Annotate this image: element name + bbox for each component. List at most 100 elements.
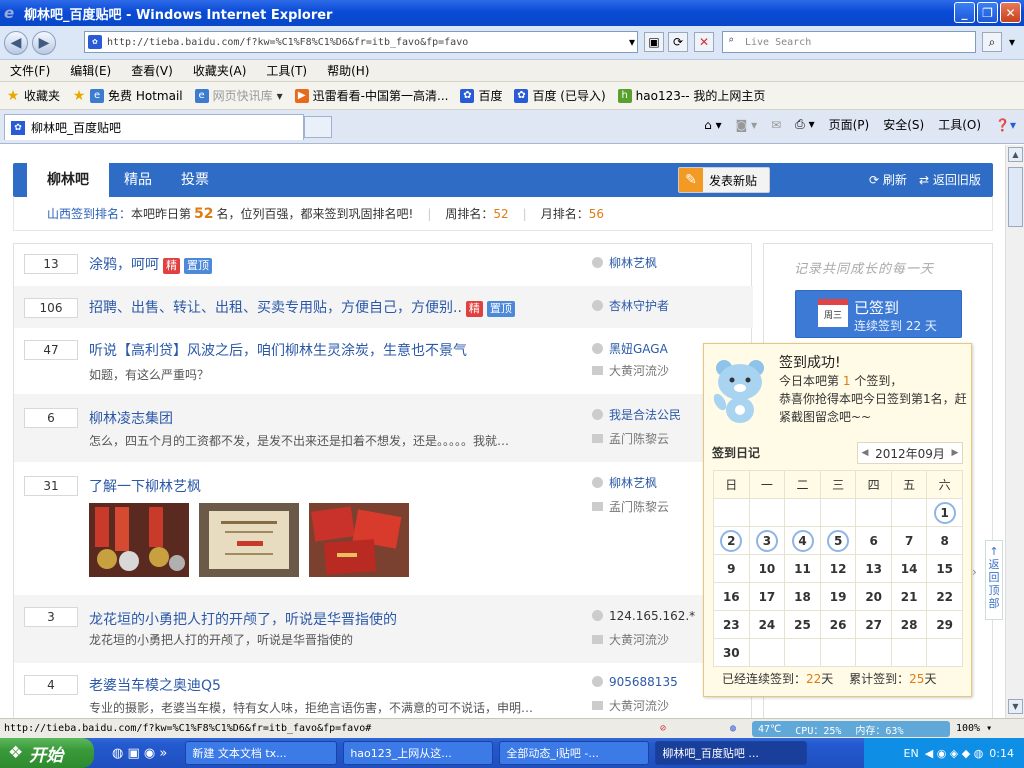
menu-edit[interactable]: 编辑(E) bbox=[60, 62, 121, 79]
menu-help[interactable]: 帮助(H) bbox=[317, 62, 379, 79]
internet-zone-icon[interactable]: ◍ bbox=[730, 723, 736, 734]
thread-title[interactable]: 龙花垣的小勇把人打的开颅了，听说是华晋指使的 bbox=[89, 609, 397, 629]
scroll-up-icon[interactable]: ▲ bbox=[1008, 147, 1023, 162]
calendar-day[interactable]: 10 bbox=[748, 554, 786, 583]
fav-item-baidu-imported[interactable]: ✿ 百度 (已导入) bbox=[514, 87, 606, 104]
url-dropdown-icon[interactable]: ▾ bbox=[622, 32, 642, 52]
taskbar-item-notepad[interactable]: 新建 文本文档 tx... bbox=[185, 741, 338, 765]
thread-author[interactable]: 黑妞GAGA bbox=[592, 340, 668, 357]
back-button[interactable]: ◀ bbox=[4, 30, 28, 55]
taskbar-item-hao123[interactable]: hao123_上网从这... bbox=[343, 741, 494, 765]
new-tab-button[interactable] bbox=[304, 116, 332, 138]
calendar-day[interactable]: 27 bbox=[855, 610, 892, 639]
thread-title[interactable]: 老婆当车模之奥迪Q5 bbox=[89, 675, 221, 695]
menu-tools[interactable]: 工具(T) bbox=[256, 62, 317, 79]
scroll-down-icon[interactable]: ▼ bbox=[1008, 699, 1023, 714]
thread-title[interactable]: 听说【高利贷】风波之后，咱们柳林生灵涂炭，生意也不景气 bbox=[89, 340, 467, 360]
signed-button[interactable]: 周三 已签到 连续签到 22 天 bbox=[795, 290, 962, 338]
last-reply-user[interactable]: 孟门陈黎云 bbox=[592, 498, 669, 515]
language-indicator[interactable]: EN bbox=[904, 747, 919, 760]
thread-author[interactable]: 905688135 bbox=[592, 675, 678, 689]
thread-author[interactable]: 124.165.162.* bbox=[592, 609, 695, 623]
scroll-thumb[interactable] bbox=[1008, 167, 1023, 227]
refresh-link[interactable]: ⟳ 刷新 bbox=[869, 163, 907, 197]
thread-author[interactable]: 杏林守护者 bbox=[592, 297, 669, 314]
last-reply-user[interactable]: 大黄河流沙 bbox=[592, 697, 669, 714]
thread-author[interactable]: 柳林艺枫 bbox=[592, 254, 657, 271]
calendar-day[interactable]: 2 bbox=[713, 526, 750, 555]
vertical-scrollbar[interactable]: ▲ ▼ bbox=[1005, 145, 1024, 718]
taskbar-item-itieba[interactable]: 全部动态_i贴吧 -... bbox=[499, 741, 650, 765]
calendar-day[interactable]: 26 bbox=[819, 610, 857, 639]
calendar-day[interactable]: 3 bbox=[748, 526, 786, 555]
safety-menu[interactable]: 安全(S) bbox=[883, 116, 924, 133]
search-go-button[interactable]: ⌕ bbox=[982, 32, 1002, 52]
calendar-day[interactable]: 24 bbox=[748, 610, 786, 639]
calendar-day[interactable]: 6 bbox=[855, 526, 892, 555]
tab-tieba[interactable]: ✿ 柳林吧_百度贴吧 bbox=[4, 114, 304, 140]
calendar-day[interactable]: 16 bbox=[713, 582, 750, 611]
calendar-day[interactable]: 14 bbox=[890, 554, 928, 583]
search-input[interactable]: ⌕ Live Search bbox=[722, 31, 976, 53]
chevron-right-icon[interactable]: › bbox=[972, 565, 977, 579]
calendar-day[interactable]: 15 bbox=[926, 554, 963, 583]
tray-icons[interactable]: ◀ ◉ ◈ ◆ ◍ bbox=[925, 747, 984, 760]
thread-title[interactable]: 涂鸦，呵呵精置顶 bbox=[89, 254, 212, 274]
print-icon[interactable]: ⎙ ▾ bbox=[795, 117, 814, 132]
feeds-icon[interactable]: ◙ ▾ bbox=[736, 118, 757, 132]
thread-title[interactable]: 柳林凌志集团 bbox=[89, 408, 173, 428]
fav-item-baidu[interactable]: ✿ 百度 bbox=[460, 87, 502, 104]
calendar-day[interactable]: 7 bbox=[890, 526, 928, 555]
calendar-day[interactable]: 22 bbox=[926, 582, 963, 611]
calendar-day[interactable]: 19 bbox=[819, 582, 857, 611]
favorites-button[interactable]: ★ 收藏夹 bbox=[6, 87, 60, 104]
rank-prefix[interactable]: 山西签到排名： bbox=[47, 205, 131, 222]
stop-icon[interactable]: ✕ bbox=[694, 32, 714, 52]
url-input[interactable]: ✿ http://tieba.baidu.com/f?kw=%C1%F8%C1%… bbox=[84, 31, 638, 53]
taskbar-item-tieba[interactable]: 柳林吧_百度贴吧 ... bbox=[655, 741, 808, 765]
tab-featured[interactable]: 精品 bbox=[124, 163, 152, 197]
calendar-day[interactable]: 9 bbox=[713, 554, 750, 583]
calendar-day[interactable]: 13 bbox=[855, 554, 892, 583]
fav-item-hotmail[interactable]: ★ e 免费 Hotmail bbox=[72, 87, 183, 104]
home-icon[interactable]: ⌂ ▾ bbox=[704, 118, 721, 132]
calendar-day[interactable]: 20 bbox=[855, 582, 892, 611]
thread-title[interactable]: 了解一下柳林艺枫 bbox=[89, 476, 201, 496]
popup-blocked-icon[interactable]: ⊘ bbox=[660, 723, 666, 734]
last-reply-user[interactable]: 大黄河流沙 bbox=[592, 362, 669, 379]
calendar-day[interactable]: 8 bbox=[926, 526, 963, 555]
calendar-day[interactable]: 5 bbox=[819, 526, 857, 555]
menu-view[interactable]: 查看(V) bbox=[121, 62, 183, 79]
minimize-button[interactable]: _ bbox=[954, 2, 975, 23]
last-reply-user[interactable]: 大黄河流沙 bbox=[592, 631, 669, 648]
tab-forum-home[interactable]: 柳林吧 bbox=[27, 159, 109, 197]
calendar-day[interactable]: 25 bbox=[784, 610, 821, 639]
fav-item-xunlei[interactable]: ▶ 迅雷看看-中国第一高清... bbox=[294, 87, 448, 104]
calendar-day[interactable]: 21 bbox=[890, 582, 928, 611]
fav-item-webslice[interactable]: e 网页快讯库 ▾ bbox=[194, 87, 283, 104]
close-button[interactable]: ✕ bbox=[1000, 2, 1021, 23]
next-month-icon[interactable]: ▶ bbox=[948, 448, 962, 458]
calendar-day[interactable]: 23 bbox=[713, 610, 750, 639]
page-menu[interactable]: 页面(P) bbox=[829, 116, 870, 133]
thread-author[interactable]: 我是合法公民 bbox=[592, 406, 681, 423]
new-post-button[interactable]: ✎ 发表新贴 bbox=[678, 167, 770, 193]
compatibility-icon[interactable]: ▣ bbox=[644, 32, 664, 52]
calendar-day[interactable]: 29 bbox=[926, 610, 963, 639]
prev-month-icon[interactable]: ◀ bbox=[858, 448, 872, 458]
zoom-level[interactable]: 100% ▾ bbox=[956, 723, 992, 734]
thread-title[interactable]: 招聘、出售、转让、出租、买卖专用贴，方便自己，方便别.. 精置顶 bbox=[89, 297, 515, 317]
calendar-day[interactable]: 12 bbox=[819, 554, 857, 583]
calendar-day[interactable]: 1 bbox=[926, 498, 963, 527]
thread-image-certificate[interactable] bbox=[199, 503, 299, 577]
tools-menu[interactable]: 工具(O) bbox=[938, 116, 981, 133]
calendar-day[interactable]: 30 bbox=[713, 638, 750, 667]
thread-author[interactable]: 柳林艺枫 bbox=[592, 474, 657, 491]
thread-image-certificates[interactable] bbox=[309, 503, 409, 577]
calendar-day[interactable]: 11 bbox=[784, 554, 821, 583]
calendar-day[interactable]: 17 bbox=[748, 582, 786, 611]
back-to-top-button[interactable]: ↑ 返回顶部 bbox=[985, 540, 1003, 620]
forward-button[interactable]: ▶ bbox=[32, 30, 56, 55]
refresh-icon[interactable]: ⟳ bbox=[668, 32, 688, 52]
calendar-day[interactable]: 4 bbox=[784, 526, 821, 555]
